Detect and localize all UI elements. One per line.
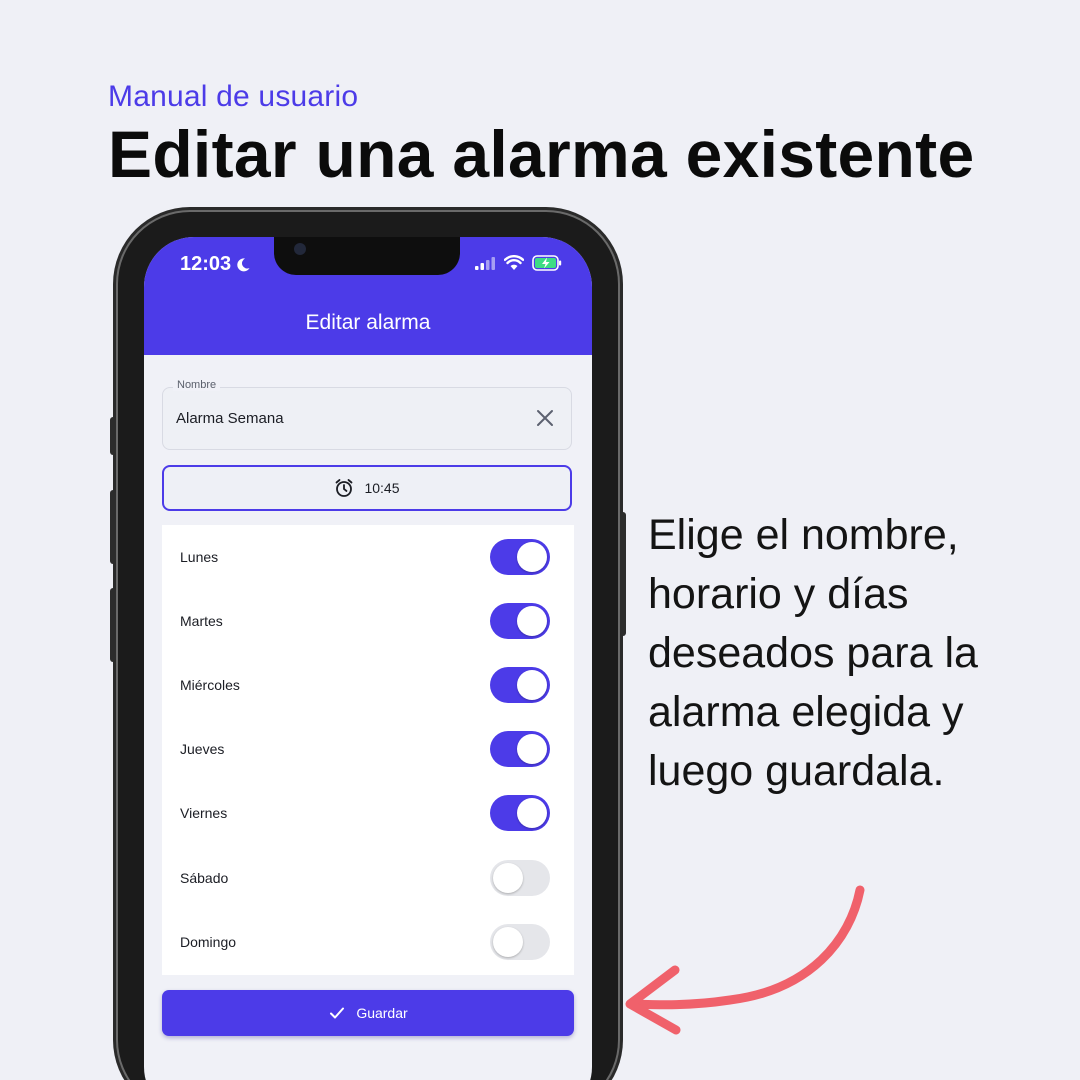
day-label: Sábado <box>180 870 229 886</box>
day-toggle[interactable] <box>490 731 550 767</box>
day-label: Jueves <box>180 741 225 757</box>
day-toggle[interactable] <box>490 860 550 896</box>
status-icons <box>474 255 562 271</box>
phone-screen: 12:03 Editar alarma Nombre Alarma Semana… <box>144 237 592 1080</box>
page-title: Editar una alarma existente <box>108 117 975 191</box>
save-button-label: Guardar <box>356 1005 408 1021</box>
appbar-title: Editar alarma <box>305 311 431 334</box>
status-time-text: 12:03 <box>180 253 232 275</box>
mute-switch <box>110 417 116 455</box>
toggle-knob <box>517 734 547 764</box>
toggle-knob <box>517 670 547 700</box>
curved-arrow-icon <box>625 885 865 1035</box>
day-toggle[interactable] <box>490 667 550 703</box>
day-row-sabado: Sábado <box>162 846 574 910</box>
day-label: Lunes <box>180 549 219 565</box>
moon-icon <box>237 257 250 271</box>
volume-up-button <box>110 490 116 564</box>
day-row-martes: Martes <box>162 589 574 653</box>
day-row-domingo: Domingo <box>162 910 574 974</box>
day-label: Viernes <box>180 805 228 821</box>
check-icon <box>330 1007 345 1019</box>
day-row-jueves: Jueves <box>162 717 574 781</box>
volume-down-button <box>110 588 116 662</box>
signal-icon <box>475 257 495 270</box>
wifi-icon <box>504 255 524 270</box>
day-row-lunes: Lunes <box>162 525 574 589</box>
toggle-knob <box>517 798 547 828</box>
toggle-knob <box>493 863 523 893</box>
save-button[interactable]: Guardar <box>162 990 574 1036</box>
name-field[interactable]: Nombre Alarma Semana <box>162 379 572 450</box>
day-row-miercoles: Miércoles <box>162 653 574 717</box>
day-label: Martes <box>180 613 223 629</box>
day-toggle[interactable] <box>490 539 550 575</box>
name-field-label: Nombre <box>173 379 221 391</box>
time-value: 10:45 <box>364 480 400 496</box>
day-toggle[interactable] <box>490 603 550 639</box>
toggle-knob <box>517 542 547 572</box>
name-field-value[interactable]: Alarma Semana <box>176 410 284 427</box>
power-button <box>620 512 626 636</box>
days-list: Lunes Martes Miércoles Jueves Viernes Sá… <box>162 525 574 975</box>
day-label: Domingo <box>180 934 237 950</box>
day-label: Miércoles <box>180 677 240 693</box>
phone-mockup: 12:03 Editar alarma Nombre Alarma Semana… <box>110 212 626 1080</box>
close-icon[interactable] <box>533 406 557 430</box>
kicker: Manual de usuario <box>108 80 359 113</box>
battery-charging-icon <box>532 255 562 271</box>
status-time: 12:03 <box>180 253 251 276</box>
day-toggle[interactable] <box>490 924 550 960</box>
alarm-clock-icon <box>336 479 353 497</box>
day-toggle[interactable] <box>490 795 550 831</box>
camera <box>294 243 306 255</box>
caption: Elige el nombre, horario y días deseados… <box>648 511 978 795</box>
day-row-viernes: Viernes <box>162 781 574 845</box>
toggle-knob <box>517 606 547 636</box>
time-picker-button[interactable]: 10:45 <box>162 465 572 511</box>
toggle-knob <box>493 927 523 957</box>
